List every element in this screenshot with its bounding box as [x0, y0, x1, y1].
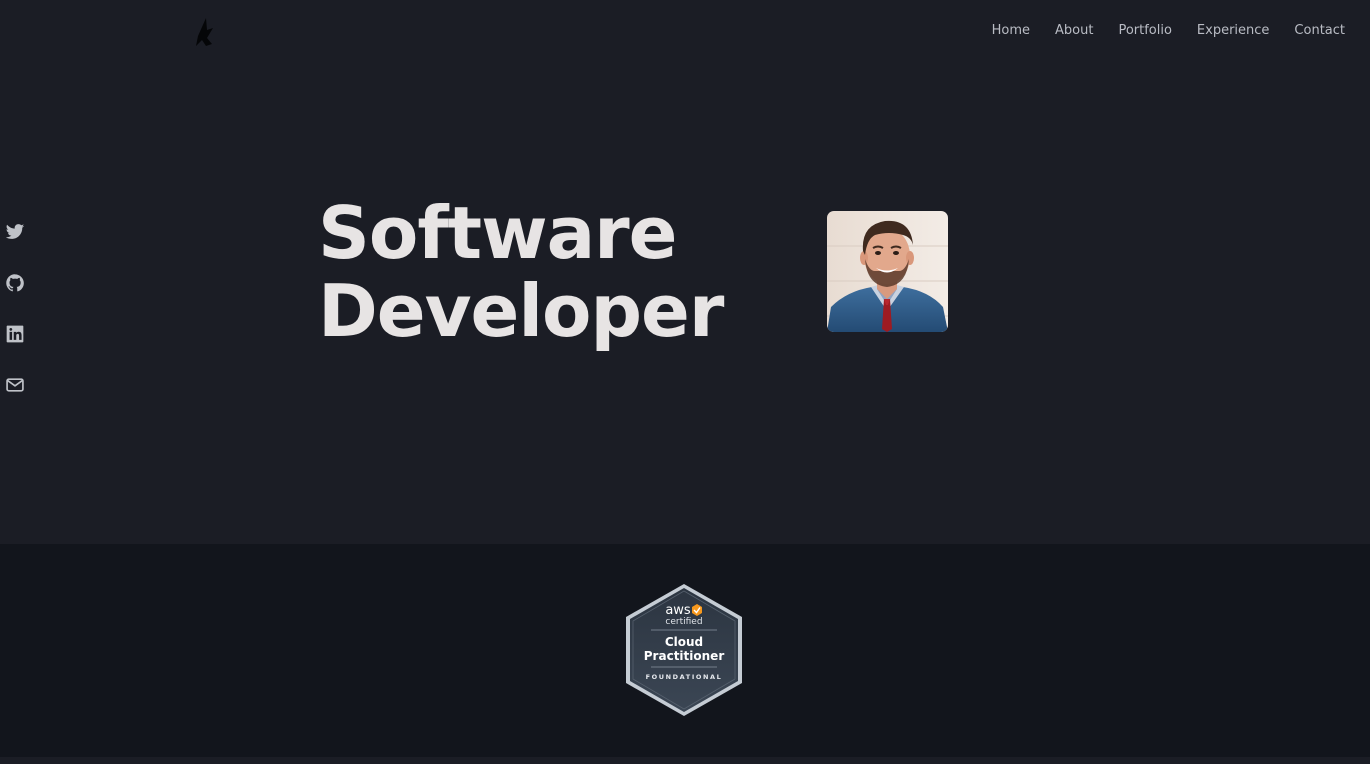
badge-line-1: Cloud: [665, 635, 703, 649]
twitter-icon[interactable]: [5, 222, 25, 242]
social-links: [5, 222, 25, 395]
nav-home-link[interactable]: Home: [992, 22, 1030, 40]
linkedin-icon[interactable]: [5, 324, 25, 344]
site-logo-icon[interactable]: [194, 16, 216, 48]
main-nav: Home About Portfolio Experience Contact: [992, 22, 1345, 40]
nav-about-link[interactable]: About: [1055, 22, 1093, 40]
badge-brand: aws: [665, 603, 691, 618]
hero-title-line-2: Developer: [318, 269, 724, 353]
aws-certification-badge[interactable]: aws certified Cloud Practitioner FOUNDAT…: [624, 583, 744, 717]
section-divider: [0, 757, 1370, 764]
nav-experience-link[interactable]: Experience: [1197, 22, 1270, 40]
profile-photo: [827, 211, 948, 332]
hero-title: Software Developer: [318, 191, 724, 353]
page: Home About Portfolio Experience Contact …: [0, 0, 1370, 764]
nav-contact-link[interactable]: Contact: [1294, 22, 1345, 40]
badge-level: FOUNDATIONAL: [646, 673, 723, 681]
hero-title-line-1: Software: [318, 191, 678, 275]
mail-icon[interactable]: [5, 375, 25, 395]
badge-certified: certified: [665, 617, 702, 627]
badge-line-2: Practitioner: [644, 649, 725, 663]
nav-portfolio-link[interactable]: Portfolio: [1118, 22, 1171, 40]
github-icon[interactable]: [5, 273, 25, 293]
